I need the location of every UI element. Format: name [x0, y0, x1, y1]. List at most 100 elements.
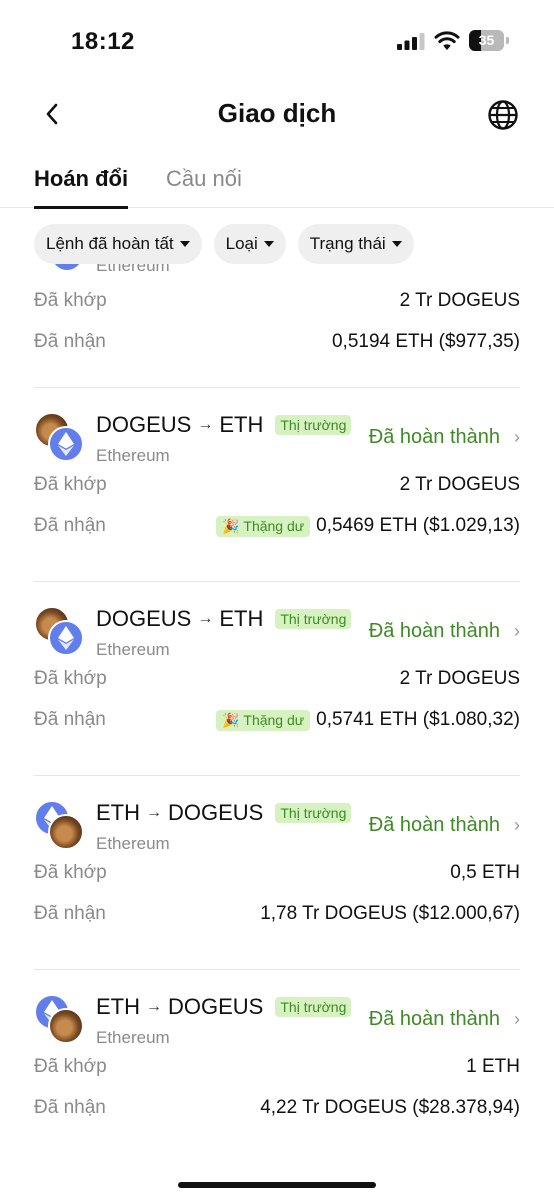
received-value: 0,5741 ETH ($1.080,32) [316, 709, 520, 730]
caret-down-icon [391, 241, 402, 247]
received-row: Đã nhận 0,5194 ETH ($977,35) [34, 327, 520, 357]
token-pair-icons [34, 606, 86, 658]
received-value: 1,78 Tr DOGEUS ($12.000,67) [260, 903, 520, 924]
matched-row: Đã khớp 2 Tr DOGEUS [34, 470, 520, 500]
filter-label: Loại [225, 234, 258, 253]
eth-token-icon [48, 620, 84, 656]
matched-value: 1 ETH [466, 1056, 520, 1077]
status-link[interactable]: Đã hoàn thành › [369, 814, 520, 837]
globe-icon[interactable] [486, 98, 520, 132]
page-title: Giao dịch [217, 98, 337, 128]
market-badge: Thị trường [275, 609, 352, 629]
transaction-card[interactable]: ETH → DOGEUS Thị trường Ethereum Đã hoàn… [0, 970, 554, 1164]
wifi-icon [434, 31, 460, 50]
to-token: ETH [219, 412, 264, 437]
status-text: Đã hoàn thành [368, 620, 500, 642]
market-badge: Thị trường [275, 803, 352, 823]
matched-label: Đã khớp [34, 474, 107, 495]
network-label: Ethereum [96, 640, 170, 659]
received-row: Đã nhận 4,22 Tr DOGEUS ($28.378,94) [34, 1093, 520, 1123]
surplus-label: Thặng dư [243, 712, 305, 728]
transaction-card[interactable]: ETH → DOGEUS Thị trường Ethereum Đã hoàn… [0, 776, 554, 970]
swap-pair: DOGEUS → ETH Thị trường [96, 412, 352, 438]
network-label: Ethereum [96, 834, 170, 853]
network-label: Ethereum [96, 1028, 170, 1047]
received-value-group: 🎉 Thặng dư 0,5469 ETH ($1.029,13) [215, 515, 520, 537]
swap-pair: DOGEUS → ETH Thị trường [96, 606, 352, 632]
party-popper-icon: 🎉 [221, 711, 240, 728]
from-token: DOGEUS [96, 412, 192, 437]
battery-indicator: 35 [469, 30, 509, 51]
status-time: 18:12 [71, 28, 135, 55]
transaction-card-partial[interactable]: Ethereum Đã khớp 2 Tr DOGEUS Đã nhận 0,5… [0, 264, 554, 388]
chevron-right-icon: › [514, 815, 520, 835]
tab-bridge[interactable]: Cầu nối [166, 166, 242, 208]
received-label: Đã nhận [34, 1097, 106, 1118]
dogeus-token-icon [48, 1008, 84, 1044]
filter-bar: Lệnh đã hoàn tất Loại Trạng thái [34, 224, 414, 264]
status-link[interactable]: Đã hoàn thành › [369, 426, 520, 449]
to-token: DOGEUS [168, 994, 264, 1019]
received-value: 0,5469 ETH ($1.029,13) [316, 515, 520, 536]
market-badge: Thị trường [275, 415, 352, 435]
filter-status[interactable]: Trạng thái [297, 224, 414, 264]
tab-swap[interactable]: Hoán đổi [34, 166, 129, 209]
surplus-badge: 🎉 Thặng dư [215, 515, 311, 537]
token-pair-icons [34, 800, 86, 852]
received-row: Đã nhận 🎉 Thặng dư 0,5741 ETH ($1.080,32… [34, 705, 520, 735]
received-value: 4,22 Tr DOGEUS ($28.378,94) [260, 1097, 520, 1118]
status-bar: 18:12 35 [0, 0, 554, 80]
transaction-card[interactable]: DOGEUS → ETH Thị trường Ethereum Đã hoàn… [0, 388, 554, 582]
received-label: Đã nhận [34, 331, 106, 352]
eth-token-icon [52, 264, 82, 270]
received-label: Đã nhận [34, 515, 106, 536]
status-text: Đã hoàn thành [368, 1008, 500, 1030]
chevron-right-icon: › [514, 427, 520, 447]
chevron-right-icon: › [514, 1009, 520, 1029]
matched-value: 2 Tr DOGEUS [399, 668, 520, 689]
surplus-badge: 🎉 Thặng dư [215, 709, 311, 731]
arrow-right-icon: → [146, 998, 162, 1015]
matched-value: 2 Tr DOGEUS [399, 474, 520, 495]
arrow-right-icon: → [197, 416, 214, 433]
caret-down-icon [179, 241, 190, 247]
transaction-card[interactable]: DOGEUS → ETH Thị trường Ethereum Đã hoàn… [0, 582, 554, 776]
to-token: ETH [219, 606, 264, 631]
home-indicator[interactable] [178, 1182, 376, 1188]
received-value: 0,5194 ETH ($977,35) [331, 331, 520, 352]
market-badge: Thị trường [275, 997, 352, 1017]
token-pair-icons [34, 412, 86, 464]
matched-label: Đã khớp [34, 862, 107, 883]
received-value-group: 🎉 Thặng dư 0,5741 ETH ($1.080,32) [215, 709, 520, 731]
matched-row: Đã khớp 1 ETH [34, 1052, 520, 1082]
signal-icon [397, 33, 425, 50]
from-token: ETH [96, 994, 140, 1019]
tab-bar: Hoán đổi Cầu nối [0, 166, 554, 209]
network-label: Ethereum [96, 446, 170, 465]
to-token: DOGEUS [168, 800, 264, 825]
filter-label: Trạng thái [309, 234, 386, 253]
matched-label: Đã khớp [34, 290, 107, 311]
from-token: ETH [96, 800, 140, 825]
token-pair-icons [34, 994, 86, 1046]
filter-type[interactable]: Loại [213, 224, 286, 264]
received-row: Đã nhận 1,78 Tr DOGEUS ($12.000,67) [34, 899, 520, 929]
status-link[interactable]: Đã hoàn thành › [369, 1008, 520, 1031]
matched-value: 0,5 ETH [450, 862, 520, 883]
received-label: Đã nhận [34, 709, 106, 730]
swap-pair: ETH → DOGEUS Thị trường [96, 994, 352, 1020]
filter-completed-orders[interactable]: Lệnh đã hoàn tất [34, 224, 202, 264]
arrow-right-icon: → [197, 610, 214, 627]
matched-label: Đã khớp [34, 1056, 107, 1077]
transaction-list[interactable]: Ethereum Đã khớp 2 Tr DOGEUS Đã nhận 0,5… [0, 264, 554, 1164]
received-label: Đã nhận [34, 903, 106, 924]
status-link[interactable]: Đã hoàn thành › [369, 620, 520, 643]
battery-level: 35 [478, 32, 495, 48]
from-token: DOGEUS [96, 606, 192, 631]
status-text: Đã hoàn thành [368, 426, 500, 448]
status-text: Đã hoàn thành [368, 814, 500, 836]
received-row: Đã nhận 🎉 Thặng dư 0,5469 ETH ($1.029,13… [34, 511, 520, 541]
dogeus-token-icon [48, 814, 84, 850]
matched-row: Đã khớp 2 Tr DOGEUS [34, 286, 520, 316]
filter-label: Lệnh đã hoàn tất [46, 234, 174, 253]
